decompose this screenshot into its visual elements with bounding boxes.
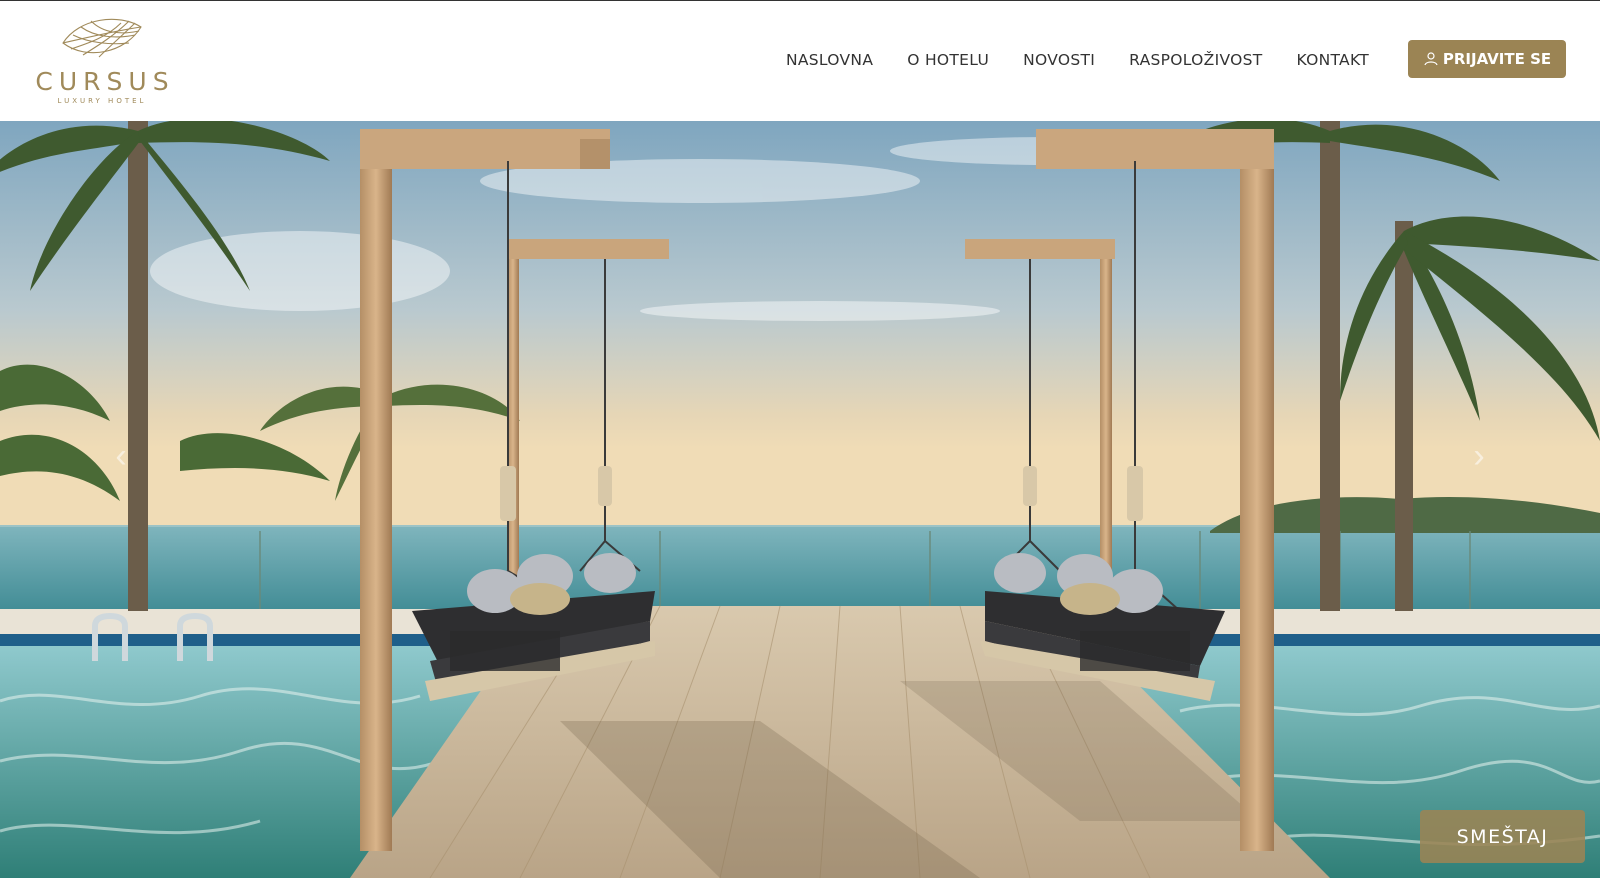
page: CURSUS LUXURY HOTEL NASLOVNA O HOTELU NO…: [0, 0, 1600, 878]
site-header: CURSUS LUXURY HOTEL NASLOVNA O HOTELU NO…: [0, 0, 1600, 121]
leaf-logo-icon: [62, 18, 142, 58]
nav-item-contact[interactable]: KONTAKT: [1279, 51, 1386, 69]
hotel-logo[interactable]: CURSUS LUXURY HOTEL: [22, 13, 182, 113]
nav-item-about[interactable]: O HOTELU: [890, 51, 1006, 69]
chevron-left-icon: ‹: [115, 437, 127, 475]
accommodation-button[interactable]: SMEŠTAJ: [1420, 810, 1585, 863]
logo-wordmark: CURSUS: [35, 67, 175, 96]
chevron-right-icon: ›: [1473, 437, 1485, 475]
logo-tagline: LUXURY HOTEL: [57, 97, 147, 105]
login-button-label: PRIJAVITE SE: [1442, 50, 1552, 68]
nav-item-news[interactable]: NOVOSTI: [1006, 51, 1112, 69]
carousel-prev-button[interactable]: ‹: [106, 439, 136, 473]
accommodation-button-label: SMEŠTAJ: [1456, 825, 1549, 848]
nav-item-home[interactable]: NASLOVNA: [769, 51, 890, 69]
user-icon: [1424, 52, 1438, 66]
carousel-next-button[interactable]: ›: [1464, 439, 1494, 473]
main-navigation: NASLOVNA O HOTELU NOVOSTI RASPOLOŽIVOST …: [769, 51, 1386, 69]
nav-item-availability[interactable]: RASPOLOŽIVOST: [1112, 51, 1279, 69]
hero-carousel: ‹ › SMEŠTAJ: [0, 121, 1600, 878]
login-button[interactable]: PRIJAVITE SE: [1408, 40, 1566, 78]
hero-image: [0, 121, 1600, 878]
